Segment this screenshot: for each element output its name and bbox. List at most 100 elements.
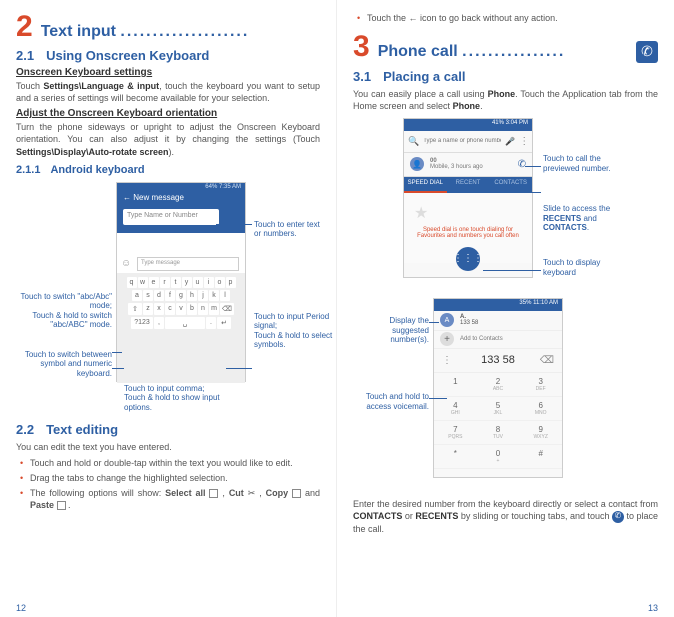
page-number-right: 13: [648, 603, 658, 613]
status-bar: 41% 3:04 PM: [404, 119, 532, 131]
bullet-3: The following options will show: Select …: [24, 487, 320, 511]
speed-dial-body: ★ Speed dial is one touch dialing for Fa…: [404, 193, 532, 263]
callout-voicemail: Touch and hold to access voicemail.: [353, 392, 429, 411]
key-2[interactable]: 2ABC: [477, 373, 520, 397]
key-8[interactable]: 8TUV: [477, 421, 520, 445]
back-bullet: Touch the ← icon to go back without any …: [361, 12, 658, 24]
callout-suggested-numbers: Display the suggested number(s).: [353, 316, 429, 345]
key-5[interactable]: 5JKL: [477, 397, 520, 421]
symbol-key[interactable]: ?123: [131, 317, 153, 329]
status-bar: 35% 11:10 AM: [434, 299, 562, 311]
star-icon: ★: [414, 203, 428, 223]
recipient-input[interactable]: Type Name or Number: [123, 209, 219, 225]
key-7[interactable]: 7PQRS: [434, 421, 477, 445]
keyboard-screenshot: 64% 7:35 AM ← New message Type Name or N…: [116, 182, 246, 382]
contact-avatar: A: [440, 313, 454, 327]
call-button-icon: ✆: [612, 511, 624, 523]
callout-enter-text: Touch to enter text or numbers.: [254, 220, 324, 239]
call-icon[interactable]: ✆: [518, 159, 526, 170]
callout-slide-tabs: Slide to access the RECENTS and CONTACTS…: [543, 204, 638, 233]
key-3[interactable]: 3DEF: [519, 373, 562, 397]
section-2-1-heading: 2.1Using Onscreen Keyboard: [16, 48, 320, 63]
contact-avatar: 👤: [410, 157, 424, 171]
key-0[interactable]: 0+: [477, 445, 520, 469]
mic-icon[interactable]: 🎤: [505, 137, 515, 146]
suggested-contact-row[interactable]: A A. 133 58: [434, 311, 562, 331]
kb-row-2: asdfghjkl: [119, 290, 243, 301]
emoji-icon[interactable]: ☺: [121, 258, 131, 269]
paragraph-osk-settings: Touch Settings\Language & input, touch t…: [16, 80, 320, 104]
comma-key[interactable]: ,: [154, 317, 164, 329]
chapter-title: Text input ....................: [41, 23, 320, 41]
backspace-key[interactable]: ⌫: [220, 303, 234, 315]
recent-call-row[interactable]: 👤 00 Mobile, 3 hours ago ✆: [404, 153, 532, 177]
message-input[interactable]: Type message: [137, 257, 239, 271]
key-hash[interactable]: #: [519, 445, 562, 469]
page-13: Touch the ← icon to go back without any …: [337, 0, 674, 617]
search-input[interactable]: [423, 138, 501, 144]
tab-recent[interactable]: RECENT: [447, 177, 490, 193]
overflow-icon[interactable]: ⋮: [519, 136, 529, 147]
overflow-icon[interactable]: ⋮: [442, 355, 452, 366]
add-contact-icon: +: [440, 332, 454, 346]
dial-pad: 1 2ABC 3DEF 4GHI 5JKL 6MNO 7PQRS 8TUV 9W…: [434, 373, 562, 469]
chapter-3-heading: 3 Phone call ................ ✆: [353, 32, 658, 63]
chapter-number: 2: [16, 12, 33, 42]
callout-comma: Touch to input comma; Touch & hold to sh…: [124, 384, 234, 413]
copy-icon: [292, 489, 301, 498]
search-bar[interactable]: 🔍 🎤 ⋮: [404, 131, 532, 153]
callout-display-keyboard: Touch to display keyboard: [543, 258, 623, 277]
paragraph-enter-number: Enter the desired number from the keyboa…: [353, 498, 658, 535]
top-bullet: Touch the ← icon to go back without any …: [353, 12, 658, 24]
page-number-left: 12: [16, 603, 26, 613]
section-3-1-heading: 3.1Placing a call: [353, 69, 658, 84]
key-1[interactable]: 1: [434, 373, 477, 397]
key-9[interactable]: 9WXYZ: [519, 421, 562, 445]
shift-key[interactable]: ⇧: [128, 303, 142, 315]
backspace-icon[interactable]: ⌫: [540, 355, 554, 366]
message-area: ☺ Type message: [117, 233, 245, 273]
back-arrow-icon: ←: [409, 13, 418, 23]
dialpad-button[interactable]: ⋮⋮⋮: [456, 247, 480, 271]
tab-speed-dial[interactable]: SPEED DIAL: [404, 177, 447, 193]
paste-icon: [57, 501, 66, 510]
phone-dialer-screenshot: 35% 11:10 AM A A. 133 58 + Add to Contac…: [433, 298, 563, 478]
search-icon: 🔍: [408, 136, 419, 147]
add-to-contacts-row[interactable]: + Add to Contacts: [434, 331, 562, 349]
subheading-adjust-orientation: Adjust the Onscreen Keyboard orientation: [16, 108, 320, 119]
paragraph-adjust: Turn the phone sideways or upright to ad…: [16, 121, 320, 157]
callout-abc-mode: Touch to switch "abc/Abc" mode; Touch & …: [16, 292, 112, 330]
text-edit-bullets: Touch and hold or double-tap within the …: [16, 457, 320, 512]
kb-row-4: ?123,␣.↵: [119, 317, 243, 329]
callout-symbol-numeric: Touch to switch between symbol and numer…: [16, 350, 112, 379]
subheading-osk-settings: Onscreen Keyboard settings: [16, 67, 320, 78]
dialed-number-display: ⋮ 133 58 ⌫: [434, 349, 562, 373]
kb-row-1: qwertyuiop: [119, 277, 243, 288]
bullet-1: Touch and hold or double-tap within the …: [24, 457, 320, 469]
phone-tabs: SPEED DIAL RECENT CONTACTS: [404, 177, 532, 193]
callout-period: Touch to input Period signal; Touch & ho…: [254, 312, 334, 350]
period-key[interactable]: .: [206, 317, 216, 329]
chapter-2-heading: 2 Text input ....................: [16, 12, 320, 42]
figure-phone-dialer: 35% 11:10 AM A A. 133 58 + Add to Contac…: [353, 298, 658, 488]
key-4[interactable]: 4GHI: [434, 397, 477, 421]
kb-row-3: ⇧zxcvbnm⌫: [119, 303, 243, 315]
cut-icon: ✂: [248, 488, 256, 498]
chapter-number: 3: [353, 32, 370, 62]
page-12: 2 Text input .................... 2.1Usi…: [0, 0, 337, 617]
tab-contacts[interactable]: CONTACTS: [489, 177, 532, 193]
paragraph-edit-intro: You can edit the text you have entered.: [16, 441, 320, 453]
section-2-1-1-heading: 2.1.1Android keyboard: [16, 164, 320, 176]
enter-key[interactable]: ↵: [217, 317, 231, 329]
key-6[interactable]: 6MNO: [519, 397, 562, 421]
speed-dial-message: Speed dial is one touch dialing for Favo…: [410, 227, 526, 239]
keyboard-area: qwertyuiop asdfghjkl ⇧zxcvbnm⌫ ?123,␣.↵: [117, 273, 245, 383]
space-key[interactable]: ␣: [165, 317, 205, 329]
section-2-2-heading: 2.2Text editing: [16, 422, 320, 437]
figure-android-keyboard: 64% 7:35 AM ← New message Type Name or N…: [16, 182, 320, 412]
key-star[interactable]: *: [434, 445, 477, 469]
phone-main-screenshot: 41% 3:04 PM 🔍 🎤 ⋮ 👤 00 Mobile, 3 hours a…: [403, 118, 533, 278]
phone-app-icon: ✆: [636, 41, 658, 63]
chapter-title: Phone call ................: [378, 43, 628, 61]
select-all-icon: [209, 489, 218, 498]
